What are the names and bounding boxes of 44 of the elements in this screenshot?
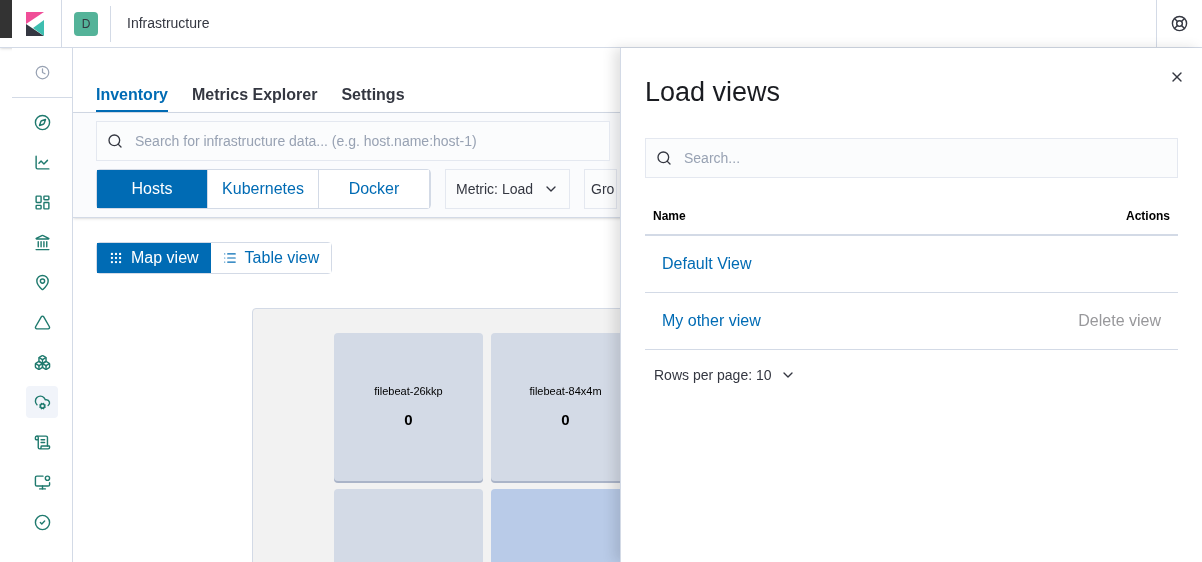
view-link[interactable]: My other view [662,308,761,333]
column-header: Actions [1126,208,1171,225]
flyout-title: Load views [645,76,781,109]
tab[interactable]: Settings [341,79,405,112]
list-icon [222,251,237,265]
node-type-button[interactable]: Hosts [97,170,208,208]
compass-icon [33,113,51,131]
map-pin-icon [33,273,51,291]
node-type-button[interactable]: Kubernetes [208,170,319,208]
search-icon [656,149,672,166]
cluster-icon [33,353,51,371]
view-link[interactable]: Default View [662,251,752,276]
chart-icon [33,153,51,171]
logo-icon [26,11,46,36]
host-name: filebeat-84x4m [529,383,602,399]
tab[interactable]: Metrics Explorer [192,79,318,112]
space-avatar[interactable]: D [74,11,98,36]
dashboard-icon [33,193,51,211]
monitor-icon [33,473,51,491]
host-name: filebeat-26kkp [374,383,443,399]
building-icon [33,233,51,251]
host-value: 0 [561,410,570,430]
rows-per-page-select[interactable]: Rows per page: 10 [654,364,796,386]
host-tile[interactable]: filebeat-84x4m 0 [491,333,620,481]
search-field[interactable]: Search for infrastructure data... (e.g. host.name:host-1) [96,121,610,161]
page-title: Infrastructure [127,14,210,33]
delete-view-button[interactable]: Delete view [1078,308,1161,333]
column-header: Name [652,208,686,225]
clock-icon[interactable] [34,65,50,80]
check-icon [33,513,51,531]
view-toggle-button[interactable]: Map view [97,243,211,273]
nav-item[interactable] [26,386,58,418]
cloud-icon [33,393,51,411]
views-search-field[interactable]: Search... [645,137,1178,178]
grid-icon [109,251,123,265]
scroll-icon [33,433,51,451]
host-value: 0 [404,410,413,430]
dark-strip [0,0,12,38]
metric-select[interactable]: Metric: Load [445,169,571,209]
node-type-button[interactable]: Docker [319,170,430,208]
triangle-icon [33,313,51,331]
group-select[interactable]: Gro [584,169,618,209]
host-tile[interactable]: filebeat-26kkp 0 [334,333,483,481]
search-icon [107,133,123,149]
